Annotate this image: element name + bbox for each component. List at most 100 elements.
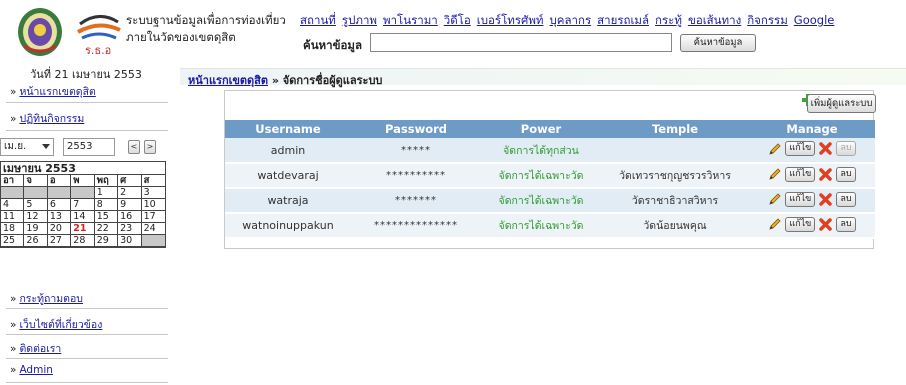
calendar-day[interactable]: 25 [1, 235, 25, 247]
calendar-day[interactable]: 7 [71, 199, 95, 211]
chevron-left-icon[interactable]: < [128, 140, 140, 154]
sidebar-link-contact[interactable]: » ติดต่อเรา [10, 340, 61, 357]
nav-link-google[interactable]: Google [794, 13, 835, 27]
calendar-day[interactable]: 12 [24, 211, 48, 223]
pencil-icon[interactable] [768, 192, 782, 206]
calendar-day[interactable]: 10 [141, 199, 165, 211]
calendar-day[interactable]: 16 [118, 211, 142, 223]
edit-button[interactable]: แก้ไข [785, 166, 816, 182]
nav-link-webboard[interactable]: กระทู้ [655, 13, 682, 27]
pencil-icon[interactable] [768, 217, 782, 231]
delete-button[interactable]: ลบ [836, 141, 856, 157]
nav-link-bus[interactable]: สายรถเมล์ [597, 13, 649, 27]
calendar-empty-cell [141, 235, 165, 247]
table-row: watdevaraj ********** จัดการได้เฉพาะวัด วัด… [225, 163, 875, 189]
nav-link-directions[interactable]: ขอเส้นทาง [688, 13, 741, 27]
month-select-value: เม.ย. [4, 141, 27, 152]
nav-link-phone[interactable]: เบอร์โทรศัพท์ [477, 13, 544, 27]
calendar-day[interactable]: 11 [1, 211, 25, 223]
breadcrumb: หน้าแรกเขตดุสิต » จัดการชื่อผู้ดูแลระบบ [188, 71, 382, 89]
nav-link-activities[interactable]: กิจกรรม [747, 13, 788, 27]
edit-button[interactable]: แก้ไข [785, 191, 816, 207]
search-input[interactable] [370, 33, 672, 52]
calendar-day[interactable]: 24 [141, 223, 165, 235]
calendar-day[interactable]: 3 [141, 187, 165, 199]
calendar-weekday-header: จ [24, 175, 48, 187]
calendar-day[interactable]: 26 [24, 235, 48, 247]
calendar-day[interactable]: 19 [24, 223, 48, 235]
calendar-day[interactable]: 2 [118, 187, 142, 199]
sidebar-link-home[interactable]: » หน้าแรกเขตดุสิต [10, 83, 96, 100]
calendar-weekday-header: ศ [118, 175, 142, 187]
red-x-icon[interactable] [818, 192, 833, 207]
calendar-day-today[interactable]: 21 [71, 223, 95, 235]
calendar-day[interactable]: 23 [118, 223, 142, 235]
red-x-icon[interactable] [818, 141, 833, 156]
calendar-day[interactable]: 18 [1, 223, 25, 235]
sidebar-link-home-label: หน้าแรกเขตดุสิต [19, 86, 96, 98]
calendar-empty-cell [24, 187, 48, 199]
add-admin-button[interactable]: เพิ่มผู้ดูแลระบบ [807, 94, 876, 113]
nav-link-photos[interactable]: รูปภาพ [342, 13, 377, 27]
main-content: หน้าแรกเขตดุสิต » จัดการชื่อผู้ดูแลระบบ … [180, 64, 906, 385]
calendar-day[interactable]: 13 [47, 211, 72, 223]
calendar-day[interactable]: 30 [118, 235, 142, 247]
sidebar-link-admin[interactable]: » Admin [10, 364, 53, 376]
edit-button[interactable]: แก้ไข [785, 141, 816, 157]
column-header-temple: Temple [601, 120, 749, 138]
calendar-day[interactable]: 22 [94, 223, 119, 235]
arrow-icon: » [10, 86, 17, 98]
calendar-title: เมษายน 2553 [1, 162, 165, 175]
chevron-down-icon [42, 144, 50, 149]
site-title: ระบบฐานข้อมูลเพื่อการท่องเที่ยว ภายในวัด… [126, 12, 286, 46]
sidebar-link-related-sites[interactable]: » เว็บไซต์ที่เกี่ยวข้อง [10, 316, 102, 333]
month-select[interactable]: เม.ย. [0, 138, 54, 156]
breadcrumb-link-home[interactable]: หน้าแรกเขตดุสิต [188, 74, 268, 87]
nav-link-video[interactable]: วิดีโอ [444, 13, 471, 27]
calendar-day[interactable]: 15 [94, 211, 119, 223]
calendar-day[interactable]: 17 [141, 211, 165, 223]
red-x-icon[interactable] [818, 167, 833, 182]
table-row: watnoinuppakun ************** จัดการได้เฉพ… [225, 213, 875, 239]
chevron-right-icon[interactable]: > [144, 140, 156, 154]
arrow-icon: » [10, 113, 17, 125]
power-cell: จัดการได้เฉพาะวัด [481, 163, 601, 189]
arrow-icon: » [10, 343, 17, 355]
site-title-line2: ภายในวัดของเขตดุสิต [126, 30, 236, 44]
pencil-icon[interactable] [768, 167, 782, 181]
sidebar-link-related-sites-label: เว็บไซต์ที่เกี่ยวข้อง [19, 319, 103, 331]
arrow-icon: » [10, 293, 17, 305]
top-navigation: สถานที่ รูปภาพ พาโนรามา วิดีโอ เบอร์โทรศัพท์… [300, 12, 840, 30]
sidebar-link-calendar[interactable]: » ปฏิทินกิจกรรม [10, 110, 84, 127]
manage-cell: แก้ไข ลบ [749, 163, 875, 189]
sidebar-link-webboard[interactable]: » กระทู้ถามตอบ [10, 290, 83, 307]
delete-button[interactable]: ลบ [836, 166, 856, 182]
delete-button[interactable]: ลบ [836, 191, 856, 207]
nav-link-places[interactable]: สถานที่ [300, 13, 336, 27]
calendar-day[interactable]: 27 [47, 235, 72, 247]
calendar-day[interactable]: 9 [118, 199, 142, 211]
username-cell: admin [225, 138, 351, 164]
calendar-day[interactable]: 29 [94, 235, 119, 247]
calendar-day[interactable]: 14 [71, 211, 95, 223]
calendar-day[interactable]: 1 [94, 187, 119, 199]
divider [6, 382, 168, 383]
calendar-day[interactable]: 20 [47, 223, 72, 235]
pencil-icon[interactable] [768, 142, 782, 156]
nav-link-staff[interactable]: บุคลากร [549, 13, 591, 27]
delete-button[interactable]: ลบ [836, 216, 856, 232]
edit-button[interactable]: แก้ไข [785, 216, 816, 232]
nav-link-panorama[interactable]: พาโนรามา [383, 13, 438, 27]
calendar-day[interactable]: 4 [1, 199, 25, 211]
password-cell: ************** [351, 213, 481, 239]
year-input[interactable]: 2553 [63, 138, 115, 156]
calendar-day[interactable]: 8 [94, 199, 119, 211]
arrow-icon: » [10, 319, 17, 331]
calendar-day[interactable]: 5 [24, 199, 48, 211]
search-button[interactable]: ค้นหาข้อมูล [680, 34, 756, 52]
red-x-icon[interactable] [818, 217, 833, 232]
calendar-weekday-header: อ [47, 175, 72, 187]
table-row: watraja ******* จัดการได้เฉพาะวัด วัดราชาธิ… [225, 188, 875, 214]
calendar-day[interactable]: 28 [71, 235, 95, 247]
calendar-day[interactable]: 6 [47, 199, 72, 211]
